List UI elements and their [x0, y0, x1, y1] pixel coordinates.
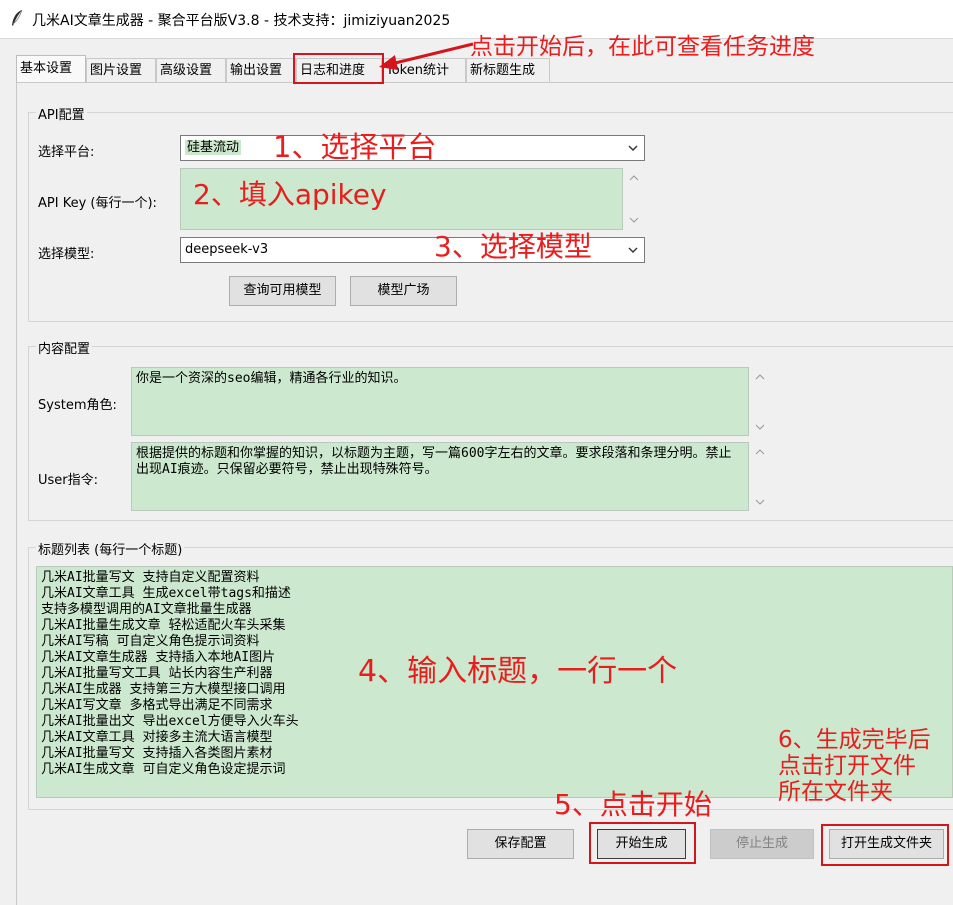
start-button-highlight	[589, 822, 696, 864]
tab-advanced-settings[interactable]: 高级设置	[156, 58, 226, 82]
query-models-button[interactable]: 查询可用模型	[229, 276, 336, 306]
model-label: 选择模型:	[38, 247, 95, 262]
step1-annotation: 1、选择平台	[273, 130, 437, 164]
progress-tip-annotation: 点击开始后，在此可查看任务进度	[470, 34, 815, 60]
system-role-scrollbar[interactable]	[751, 367, 769, 436]
tab-basic-settings[interactable]: 基本设置	[16, 55, 86, 83]
save-config-button[interactable]: 保存配置	[467, 829, 574, 859]
system-role-input[interactable]: 你是一个资深的seo编辑，精通各行业的知识。	[131, 367, 749, 436]
step6-annotation: 6、生成完毕后 点击打开文件 所在文件夹	[778, 727, 931, 805]
log-tab-highlight	[293, 53, 384, 84]
platform-value: 硅基流动	[185, 140, 242, 155]
stop-generation-button[interactable]: 停止生成	[710, 829, 814, 859]
tab-output-settings[interactable]: 输出设置	[226, 58, 296, 82]
window-title: 几米AI文章生成器 - 聚合平台版V3.8 - 技术支持：jimiziyuan2…	[32, 13, 451, 29]
apikey-label: API Key (每行一个):	[38, 196, 157, 211]
step5-annotation: 5、点击开始	[554, 788, 712, 821]
step2-annotation: 2、填入apikey	[193, 178, 387, 211]
scroll-up-icon	[755, 449, 765, 455]
scroll-down-icon	[755, 499, 765, 505]
content-config-title: 内容配置	[36, 338, 93, 357]
tab-new-title-generation[interactable]: 新标题生成	[466, 58, 550, 82]
arrow-icon	[379, 42, 474, 70]
titles-group-title: 标题列表 (每行一个标题)	[36, 539, 185, 558]
user-instruction-scrollbar[interactable]	[751, 442, 769, 511]
system-role-label: System角色:	[38, 398, 117, 413]
feather-icon	[12, 9, 23, 26]
model-value: deepseek-v3	[185, 242, 269, 257]
apikey-scrollbar[interactable]	[625, 168, 643, 230]
chevron-down-icon	[628, 145, 638, 151]
open-folder-highlight	[821, 824, 949, 866]
step4-annotation: 4、输入标题，一行一个	[358, 654, 678, 689]
user-instruction-input[interactable]: 根据提供的标题和你掌握的知识，以标题为主题，写一篇600字左右的文章。要求段落和…	[131, 442, 749, 511]
chevron-down-icon	[628, 247, 638, 253]
scroll-up-icon	[755, 374, 765, 380]
scroll-down-icon	[755, 424, 765, 430]
scroll-up-icon	[629, 175, 639, 181]
step3-annotation: 3、选择模型	[434, 230, 592, 263]
tab-image-settings[interactable]: 图片设置	[86, 58, 156, 82]
user-instruction-label: User指令:	[38, 473, 99, 488]
model-plaza-button[interactable]: 模型广场	[350, 276, 457, 306]
scroll-down-icon	[629, 217, 639, 223]
platform-label: 选择平台:	[38, 145, 95, 160]
api-config-title: API配置	[36, 104, 87, 123]
